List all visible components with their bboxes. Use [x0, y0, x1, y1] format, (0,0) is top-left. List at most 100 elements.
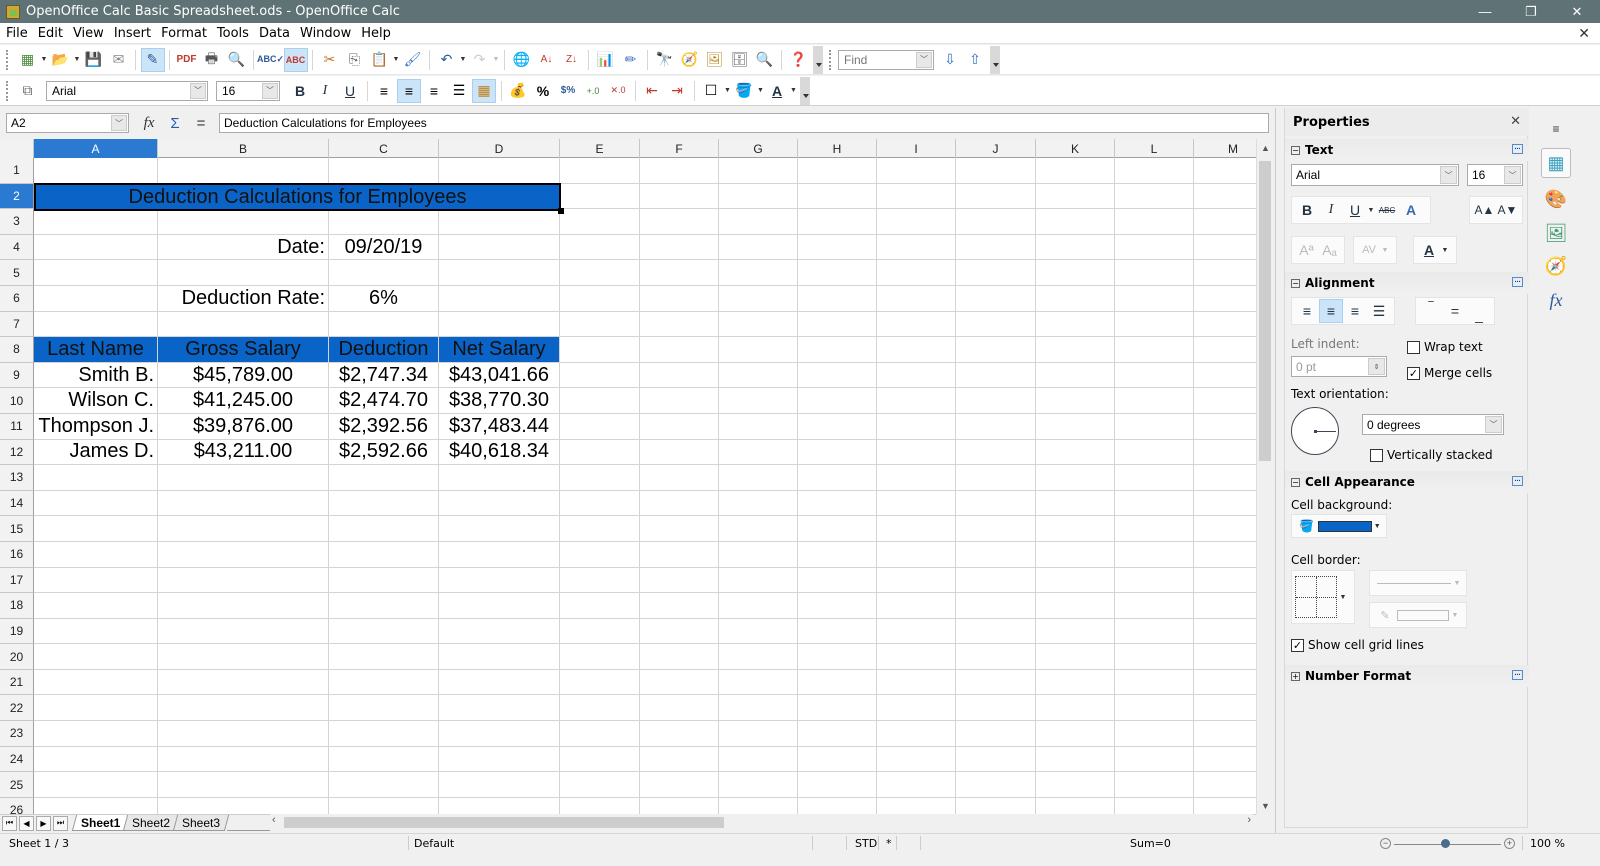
cell-j9[interactable] — [956, 362, 1036, 389]
close-deck-icon[interactable]: ✕ — [1510, 114, 1521, 129]
cell-m2[interactable] — [1194, 184, 1256, 210]
cell-f12[interactable] — [640, 439, 719, 466]
cell-g12[interactable] — [719, 439, 798, 466]
cell-d12[interactable]: $40,618.34 — [439, 439, 560, 466]
cell-l16[interactable] — [1115, 541, 1194, 568]
close-document-button[interactable]: ✕ — [1578, 25, 1590, 42]
minimize-button[interactable]: — — [1462, 0, 1508, 23]
cell-g7[interactable] — [719, 311, 798, 338]
zoom-slider[interactable]: − + — [1380, 838, 1515, 850]
cell-m21[interactable] — [1194, 670, 1256, 696]
cell-m11[interactable] — [1194, 414, 1256, 440]
cell-i26[interactable] — [877, 797, 956, 814]
cell-a22[interactable] — [34, 695, 158, 722]
email-document-icon[interactable]: ✉ — [107, 48, 131, 72]
cell-d3[interactable] — [439, 209, 560, 235]
background-color-swatch[interactable] — [1317, 520, 1372, 532]
cell-j4[interactable] — [956, 234, 1036, 261]
cell-e12[interactable] — [560, 439, 640, 466]
cell-m20[interactable] — [1194, 644, 1256, 670]
cell-i11[interactable] — [877, 413, 956, 440]
cell-a20[interactable] — [34, 644, 158, 670]
paste-dropdown-icon[interactable]: ▼ — [392, 56, 400, 63]
row-header[interactable]: 3 — [0, 209, 34, 235]
cell-g6[interactable] — [719, 285, 798, 312]
cell-g18[interactable] — [719, 593, 798, 619]
cell-a6[interactable] — [34, 285, 158, 312]
undo-dropdown-icon[interactable]: ▼ — [459, 56, 467, 63]
cell-e21[interactable] — [560, 669, 640, 696]
cell-l13[interactable] — [1115, 465, 1194, 491]
cell-i22[interactable] — [877, 695, 956, 722]
cell-g1[interactable] — [719, 158, 798, 184]
font-color-dropdown-icon[interactable]: ▼ — [1441, 238, 1449, 262]
align-right-icon[interactable]: ≡ — [422, 79, 446, 103]
undo-icon[interactable]: ↶ — [435, 48, 459, 72]
cell-g21[interactable] — [719, 669, 798, 696]
cell-k8[interactable] — [1036, 337, 1115, 363]
sum-icon[interactable]: Σ — [163, 115, 187, 132]
gallery-icon[interactable]: 🖼 — [703, 48, 727, 72]
cell-j19[interactable] — [956, 618, 1036, 645]
cell-j21[interactable] — [956, 669, 1036, 696]
cell-c20[interactable] — [329, 644, 439, 670]
row-header[interactable]: 17 — [0, 567, 34, 594]
cell-m9[interactable] — [1194, 363, 1256, 389]
orientation-dial[interactable] — [1291, 407, 1339, 455]
cell-c6[interactable]: 6% — [329, 285, 439, 312]
orientation-dropdown-icon[interactable]: ﹀ — [1485, 416, 1502, 433]
cell-f20[interactable] — [640, 644, 719, 670]
more-options-icon[interactable]: … — [1512, 670, 1523, 680]
underline-dropdown-icon[interactable]: ▼ — [1367, 198, 1375, 222]
cell-g11[interactable] — [719, 413, 798, 440]
cell-i3[interactable] — [877, 209, 956, 235]
more-options-icon[interactable]: … — [1512, 277, 1523, 287]
cell-i14[interactable] — [877, 490, 956, 517]
cell-c10[interactable]: $2,474.70 — [329, 388, 439, 414]
cell-h17[interactable] — [798, 567, 877, 594]
cell-e11[interactable] — [560, 413, 640, 440]
cell-b16[interactable] — [158, 541, 329, 568]
cell-b10[interactable]: $41,245.00 — [158, 388, 329, 414]
row-header[interactable]: 8 — [0, 337, 34, 363]
cell-e26[interactable] — [560, 797, 640, 814]
cell-j5[interactable] — [956, 260, 1036, 286]
cell-m26[interactable] — [1194, 798, 1256, 814]
menu-file[interactable]: File — [0, 26, 33, 41]
cell-m5[interactable] — [1194, 260, 1256, 286]
italic-icon[interactable]: I — [313, 79, 337, 103]
font-color-icon[interactable]: A — [1417, 238, 1441, 262]
zoom-out-icon[interactable]: − — [1380, 838, 1391, 849]
sheet-tab-1[interactable]: Sheet1 — [71, 815, 130, 831]
cell-h2[interactable] — [798, 183, 877, 210]
cell-a1[interactable] — [34, 158, 158, 184]
cell-f4[interactable] — [640, 234, 719, 261]
cell-m12[interactable] — [1194, 440, 1256, 466]
cell-j25[interactable] — [956, 772, 1036, 798]
row-header[interactable]: 22 — [0, 695, 34, 722]
align-top-icon[interactable]: ‾ — [1419, 299, 1443, 323]
name-box[interactable]: A2 ﹀ — [6, 113, 129, 133]
cell-a7[interactable] — [34, 311, 158, 338]
column-header-d[interactable]: D — [439, 139, 560, 158]
cell-a10[interactable]: Wilson C. — [34, 388, 158, 414]
column-header-l[interactable]: L — [1115, 139, 1194, 158]
sheet-tab-2[interactable]: Sheet2 — [123, 815, 180, 831]
cell-c12[interactable]: $2,592.66 — [329, 439, 439, 466]
cell-m14[interactable] — [1194, 491, 1256, 517]
menu-view[interactable]: View — [68, 26, 109, 41]
cell-j3[interactable] — [956, 209, 1036, 235]
cell-m25[interactable] — [1194, 772, 1256, 798]
cell-i5[interactable] — [877, 260, 956, 286]
next-sheet-icon[interactable]: ▶ — [36, 815, 51, 831]
cell-b3[interactable] — [158, 209, 329, 235]
underline-icon[interactable]: U — [1343, 198, 1367, 222]
cell-b18[interactable] — [158, 593, 329, 619]
cell-i20[interactable] — [877, 644, 956, 670]
add-decimal-icon[interactable]: +.0 — [581, 79, 605, 103]
zoom-slider-knob[interactable] — [1441, 839, 1450, 848]
menu-edit[interactable]: Edit — [33, 26, 68, 41]
cell-l21[interactable] — [1115, 669, 1194, 696]
cell-k1[interactable] — [1036, 158, 1115, 184]
orientation-degrees-combo[interactable]: 0 degrees ﹀ — [1362, 414, 1504, 435]
